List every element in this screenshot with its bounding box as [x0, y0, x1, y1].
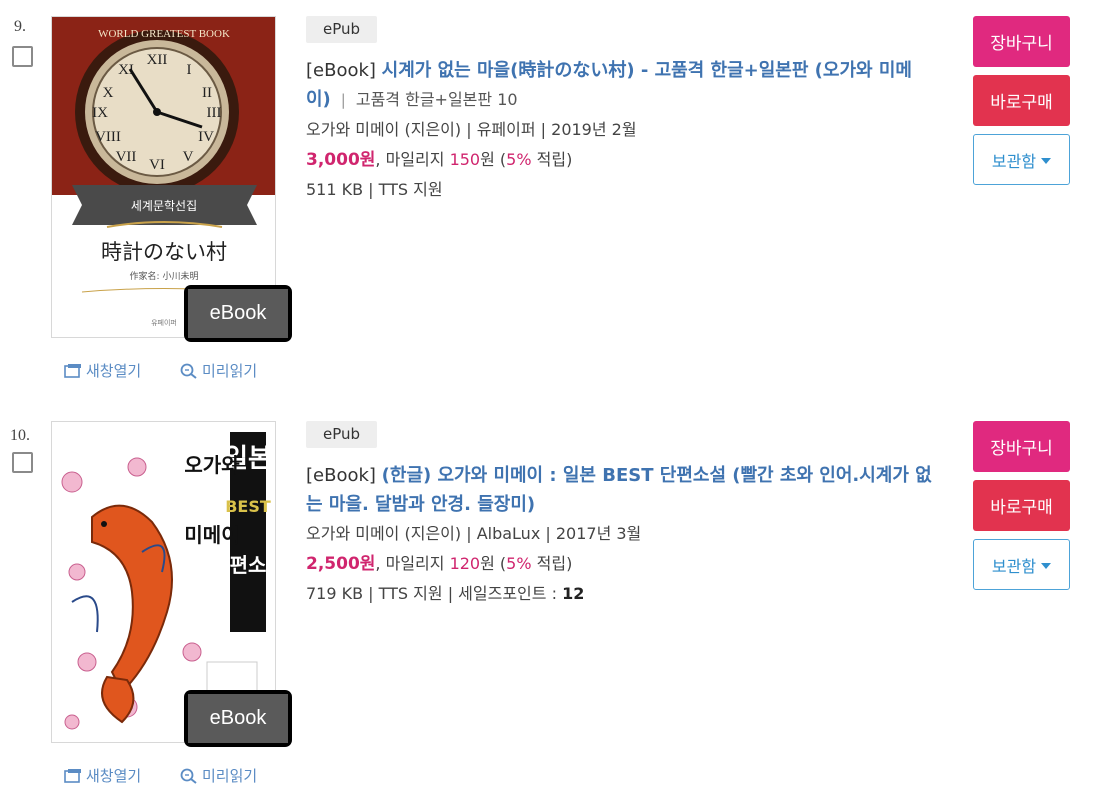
select-checkbox[interactable] — [12, 46, 33, 67]
book-title-link[interactable]: (한글) 오가와 미메이 : 일본 BEST 단편소설 (빨간 초와 인어.시계… — [306, 465, 932, 515]
svg-text:XII: XII — [147, 52, 168, 68]
svg-text:X: X — [103, 85, 114, 101]
sales-point-value: 12 — [562, 584, 585, 603]
price-line: 3,000원, 마일리지 150원 (5% 적립) — [306, 150, 573, 170]
cover-author: 作家名: 小川未明 — [130, 270, 199, 282]
preview-label: 미리읽기 — [202, 362, 258, 380]
file-info: 719 KB | TTS 지원 | 세일즈포인트 : 12 — [306, 584, 585, 603]
preview-label: 미리읽기 — [202, 767, 258, 785]
price-line: 2,500원, 마일리지 120원 (5% 적립) — [306, 554, 573, 574]
wishlist-button[interactable]: 보관함 — [973, 134, 1070, 185]
cover-v2: BEST — [225, 497, 271, 516]
cover-area[interactable]: XII I II III IV V VI VII VIII IX X XI WORLD GREA… — [51, 16, 295, 346]
cover-v4: 오가와 — [184, 453, 240, 477]
ebook-badge: eBook — [184, 285, 292, 342]
mileage-rate: 5% — [506, 150, 532, 169]
svg-text:VI: VI — [149, 157, 165, 173]
wishlist-button[interactable]: 보관함 — [973, 539, 1070, 590]
new-window-icon — [64, 363, 81, 378]
author-publisher: 오가와 미메이 (지은이) | 유페이퍼 | 2019년 2월 — [306, 120, 637, 139]
new-window-link[interactable]: 새창열기 — [64, 360, 180, 381]
cover-links: 새창열기 미리읽기 — [64, 765, 257, 786]
cover-top-text: WORLD GREATEST BOOK — [98, 28, 230, 40]
new-window-icon — [64, 768, 81, 783]
cover-v5: 미메이 — [184, 523, 239, 547]
caret-down-icon — [1041, 562, 1052, 569]
format-badge: ePub — [306, 16, 378, 43]
price: 2,500원 — [306, 554, 376, 574]
cover-series-text: 세계문학선집 — [131, 199, 197, 213]
file-info: 511 KB | TTS 지원 — [306, 180, 443, 199]
mileage-value: 120 — [449, 554, 481, 573]
mileage-value: 150 — [449, 150, 481, 169]
svg-text:V: V — [183, 149, 194, 165]
buy-now-button[interactable]: 바로구매 — [973, 75, 1070, 126]
author-publisher: 오가와 미메이 (지은이) | AlbaLux | 2017년 3월 — [306, 524, 642, 543]
new-window-label: 새창열기 — [86, 767, 142, 785]
svg-text:I: I — [187, 62, 192, 78]
magnifier-icon — [180, 363, 197, 379]
item-info: ePub [eBook] 시계가 없는 마을(時計のない村) - 고품격 한글+… — [306, 16, 946, 205]
title-prefix: [eBook] — [306, 465, 376, 486]
select-checkbox[interactable] — [12, 452, 33, 473]
cover-links: 새창열기 미리읽기 — [64, 360, 257, 381]
preview-link[interactable]: 미리읽기 — [180, 360, 257, 381]
new-window-label: 새창열기 — [86, 362, 142, 380]
cart-button[interactable]: 장바구니 — [973, 421, 1070, 472]
cover-area[interactable]: 일본 BEST 단편소설 오가와 미메이 eBook — [51, 421, 295, 751]
ebook-badge: eBook — [184, 690, 292, 747]
svg-text:III: III — [207, 105, 222, 121]
title-separator: | — [340, 91, 346, 109]
buy-now-button[interactable]: 바로구매 — [973, 480, 1070, 531]
action-buttons: 장바구니 바로구매 보관함 — [973, 16, 1071, 193]
action-buttons: 장바구니 바로구매 보관함 — [973, 421, 1071, 598]
wishlist-label: 보관함 — [991, 556, 1037, 576]
cart-button[interactable]: 장바구니 — [973, 16, 1070, 67]
title-prefix: [eBook] — [306, 60, 376, 81]
price: 3,000원 — [306, 150, 376, 170]
series-link[interactable]: 고품격 한글+일본판 10 — [356, 90, 518, 109]
result-item: 10. 일본 BEST 단편소설 오가와 — [0, 405, 1115, 805]
result-item: 9. XII I II III IV V VI VII VIII IX X XI WORLD G… — [0, 0, 1115, 400]
cover-jp-title: 時計のない村 — [101, 240, 227, 264]
magnifier-icon — [180, 768, 197, 784]
wishlist-label: 보관함 — [991, 151, 1037, 171]
new-window-link[interactable]: 새창열기 — [64, 765, 180, 786]
title-line: [eBook] (한글) 오가와 미메이 : 일본 BEST 단편소설 (빨간 … — [306, 461, 946, 519]
rank-number: 9. — [14, 18, 26, 35]
svg-text:IV: IV — [198, 129, 214, 145]
title-line: [eBook] 시계가 없는 마을(時計のない村) - 고품격 한글+일본판 (… — [306, 56, 946, 115]
caret-down-icon — [1041, 157, 1052, 164]
format-badge: ePub — [306, 421, 378, 448]
item-info: ePub [eBook] (한글) 오가와 미메이 : 일본 BEST 단편소설… — [306, 421, 946, 609]
mileage-rate: 5% — [506, 554, 532, 573]
svg-text:VIII: VIII — [95, 129, 121, 145]
svg-text:II: II — [202, 85, 212, 101]
preview-link[interactable]: 미리읽기 — [180, 765, 257, 786]
svg-text:VII: VII — [116, 149, 137, 165]
rank-number: 10. — [10, 427, 30, 444]
cover-publisher: 유페이퍼 — [151, 318, 177, 327]
cover-v3: 단편소설 — [211, 553, 276, 577]
svg-text:IX: IX — [92, 105, 108, 121]
